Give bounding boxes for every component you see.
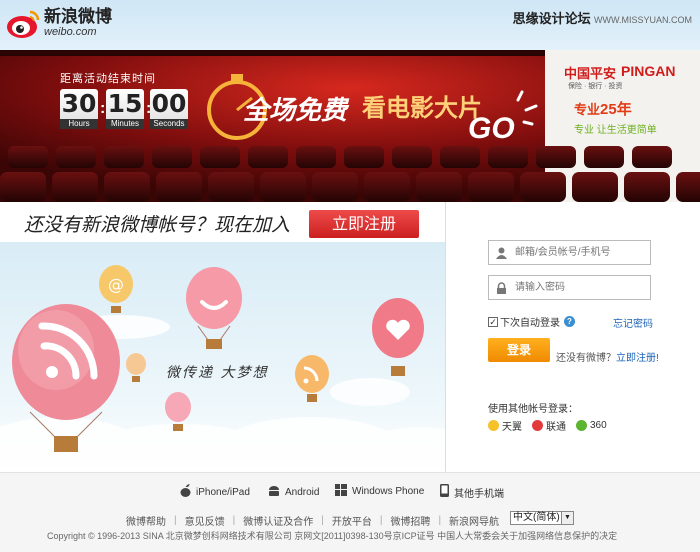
platform-windows-label: Windows Phone: [352, 486, 425, 497]
footer-link-verify[interactable]: 微博认证及合作: [243, 513, 313, 528]
svg-text:@: @: [108, 275, 124, 294]
pro-years: 25年: [600, 101, 632, 118]
copyright-text: Copyright © 1996-2013 SINA 北京微梦创科网络技术有限公…: [47, 531, 618, 541]
password-input[interactable]: [515, 279, 647, 296]
pingan-en-text: PINGAN: [621, 63, 676, 79]
platform-other-mobile[interactable]: 其他手机端: [440, 484, 504, 500]
language-select[interactable]: 中文(简体) ▼: [510, 511, 574, 525]
logo-chinese-text: 新浪微博: [44, 7, 112, 27]
balloon-rss-orange-icon: [295, 355, 329, 402]
pingan-sub-text: 保险 · 银行 · 投资: [568, 83, 623, 90]
countdown-minutes: 15 Minutes: [106, 89, 144, 129]
balloon-heart-icon: [372, 298, 424, 376]
no-account-text: 还没有微博？: [556, 353, 616, 364]
footer-link-sina-nav[interactable]: 新浪网导航: [449, 513, 499, 528]
countdown-seconds-value: 00: [151, 89, 187, 118]
footer-link-jobs[interactable]: 微博招聘: [390, 513, 430, 528]
weibo-slogan: 微传递 大梦想: [166, 365, 269, 381]
footer: iPhone/iPad Android Windows Phone 其他手机端 …: [0, 473, 700, 552]
countdown-seconds-unit: Seconds: [150, 119, 188, 129]
pingan-slogan: 专业25年 专业 让生活更简单: [574, 98, 692, 140]
login-button[interactable]: 登录: [488, 338, 550, 362]
balloon-smile-icon: [186, 267, 242, 349]
unicom-link[interactable]: 联通: [546, 418, 566, 433]
balloon-rss-small-icon: [126, 353, 146, 382]
password-field[interactable]: [488, 275, 651, 300]
countdown-seconds: 00 Seconds: [150, 89, 188, 129]
join-prompt-text: 还没有新浪微博帐号？现在加入: [24, 214, 291, 236]
mobile-phone-icon: [440, 484, 449, 500]
balloon-illustration: @ 微传递 大梦想: [0, 242, 445, 472]
chevron-down-icon[interactable]: ▼: [561, 512, 573, 524]
username-field[interactable]: [488, 240, 651, 265]
weibo-eye-logo-icon: [6, 6, 42, 40]
platform-iphone[interactable]: iPhone/iPad: [180, 484, 250, 500]
register-link[interactable]: 立即注册!: [616, 353, 659, 364]
tianyi-link[interactable]: 天翼: [502, 418, 522, 433]
balloons-art: @: [0, 265, 445, 472]
pingan-cn-text: 中国平安: [564, 66, 617, 81]
apple-icon: [180, 484, 191, 500]
remember-checkbox[interactable]: ✓: [488, 316, 498, 327]
platform-android[interactable]: Android: [268, 484, 319, 500]
footer-links: 微博帮助 | 意见反馈 | 微博认证及合作 | 开放平台 | 微博招聘 | 新浪网导航: [126, 513, 500, 528]
promo-banner[interactable]: 距离活动结束时间 30 Hours : 15 Minutes : 00 Seco…: [0, 50, 700, 202]
username-input[interactable]: [515, 244, 647, 261]
countdown-hours-value: 30: [61, 89, 97, 118]
footer-link-feedback[interactable]: 意见反馈: [185, 513, 225, 528]
360-link[interactable]: 360: [590, 420, 607, 431]
pro-tagline: 专业 让生活更简单: [574, 125, 657, 136]
tianyi-icon[interactable]: [488, 420, 499, 431]
user-icon: [496, 247, 507, 259]
watermark-url: WWW.MISSYUAN.COM: [594, 15, 692, 25]
countdown-minutes-value: 15: [107, 89, 143, 118]
360-icon[interactable]: [576, 420, 587, 431]
unicom-icon[interactable]: [532, 420, 543, 431]
other-login-title: 使用其他帐号登录：: [488, 404, 578, 415]
android-icon: [268, 484, 280, 500]
countdown-hours-unit: Hours: [60, 119, 98, 129]
platform-iphone-label: iPhone/iPad: [196, 486, 250, 498]
platform-windows-phone[interactable]: Windows Phone: [335, 484, 424, 499]
countdown-hours: 30 Hours: [60, 89, 98, 129]
balloon-at-icon: @: [99, 265, 133, 313]
help-icon[interactable]: ?: [564, 316, 575, 327]
logo-domain-text: weibo.com: [44, 26, 97, 38]
remember-me[interactable]: ✓ 下次自动登录 ?: [488, 314, 575, 329]
no-account-prompt: 还没有微博？立即注册!: [556, 349, 659, 364]
weibo-logo[interactable]: 新浪微博 weibo.com: [6, 6, 112, 40]
footer-link-help[interactable]: 微博帮助: [126, 513, 166, 528]
register-now-button[interactable]: 立即注册: [309, 210, 419, 238]
windows-icon: [335, 484, 347, 499]
top-header: 新浪微博 weibo.com 思缘设计论坛 WWW.MISSYUAN.COM: [0, 0, 700, 50]
pro-label: 专业: [574, 102, 601, 117]
lock-icon: [496, 282, 507, 294]
login-panel: ✓ 下次自动登录 ? 忘记密码 登录 还没有微博？立即注册! 使用其他帐号登录：…: [446, 202, 700, 472]
platform-android-label: Android: [285, 486, 320, 498]
remember-label: 下次自动登录: [500, 318, 560, 329]
join-bar: 还没有新浪微博帐号？现在加入 立即注册: [0, 202, 445, 242]
footer-link-open-platform[interactable]: 开放平台: [332, 513, 372, 528]
forgot-password-link[interactable]: 忘记密码: [613, 315, 653, 330]
other-login-options: 天翼 联通 360: [488, 418, 617, 433]
promo-main-text: 全场免费: [243, 96, 348, 126]
countdown-title: 距离活动结束时间: [60, 73, 156, 85]
platform-other-label: 其他手机端: [454, 488, 504, 500]
language-value: 中文(简体): [513, 512, 560, 523]
promo-sub-text: 看电影大片: [362, 94, 482, 122]
watermark-title: 思缘设计论坛: [512, 11, 591, 26]
watermark: 思缘设计论坛 WWW.MISSYUAN.COM: [513, 8, 692, 27]
countdown-minutes-unit: Minutes: [106, 119, 144, 129]
promo-go-text: GO: [468, 112, 515, 145]
